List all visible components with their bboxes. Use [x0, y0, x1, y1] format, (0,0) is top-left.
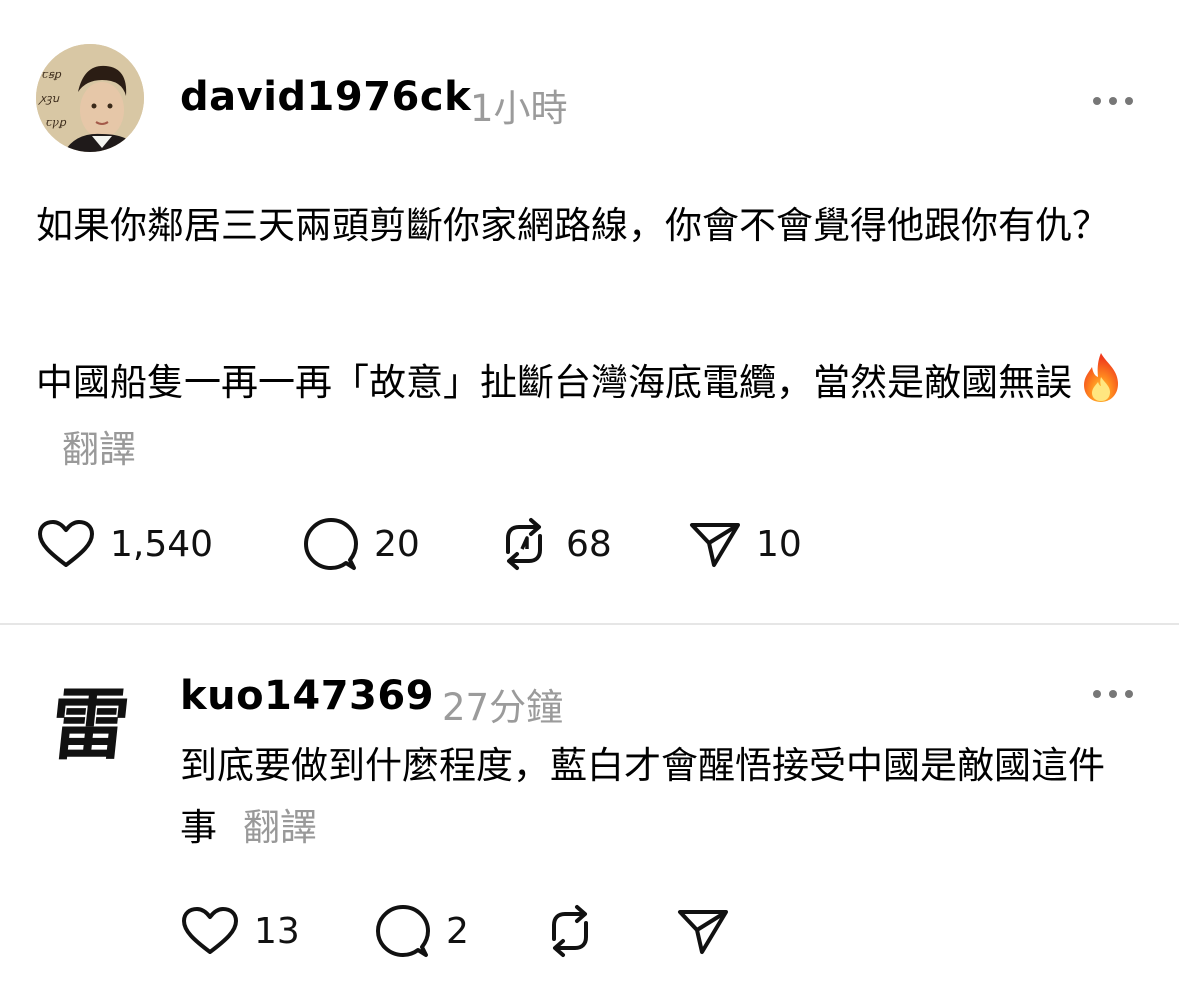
share-icon [690, 523, 740, 567]
repost-count: 68 [566, 523, 612, 565]
heart-icon [182, 907, 238, 954]
reply-like-button[interactable]: 13 [180, 901, 300, 961]
reply-text-body: 到底要做到什麼程度，藍白才會醒悟接受中國是敵國這件事 [180, 744, 1105, 849]
reply-comment-button[interactable]: 2 [374, 901, 469, 961]
repost-button[interactable]: 68 [496, 514, 612, 574]
reply-like-count: 13 [254, 910, 300, 952]
reply-avatar-char: 雷 [46, 680, 134, 771]
post-paragraph-2-text: 中國船隻一再一再「故意」扯斷台灣海底電纜，當然是敵國無誤 [36, 361, 1072, 404]
comment-icon [304, 518, 358, 570]
like-button[interactable]: 1,540 [36, 514, 213, 574]
svg-text:ꞇꝩꝑ: ꞇꝩꝑ [46, 116, 67, 129]
post-time: 1小時 [470, 87, 568, 130]
more-icon[interactable] [1093, 94, 1135, 108]
post-paragraph-1: 如果你鄰居三天兩頭剪斷你家網路線，你會不會覺得他跟你有仇？ [36, 204, 1109, 247]
heart-icon [38, 520, 94, 567]
share-count: 10 [756, 523, 802, 565]
repost-icon [506, 518, 542, 570]
reply-username[interactable]: kuo147369 [180, 673, 434, 719]
share-icon [678, 910, 728, 954]
reply-comment-count: 2 [446, 910, 469, 952]
reply-translate-link[interactable]: 翻譯 [243, 806, 317, 849]
reply-share-button[interactable] [676, 901, 730, 961]
reply-text: 到底要做到什麼程度，藍白才會醒悟接受中國是敵國這件事 翻譯 [180, 735, 1140, 859]
like-count: 1,540 [110, 523, 214, 565]
translate-link[interactable]: 翻譯 [62, 428, 136, 471]
comment-button[interactable]: 20 [302, 514, 420, 574]
reply-more-icon[interactable] [1093, 687, 1135, 701]
reply-repost-button[interactable] [542, 901, 598, 961]
svg-text:ꞇꞩꝑ: ꞇꞩꝑ [42, 68, 62, 81]
share-button[interactable]: 10 [688, 514, 802, 574]
post-paragraph-2: 中國船隻一再一再「故意」扯斷台灣海底電纜，當然是敵國無誤 翻譯 [36, 351, 1136, 479]
avatar[interactable]: ꞇꞩꝑ ꭗꝫꭒ ꞇꝩꝑ [36, 44, 144, 152]
repost-icon [552, 905, 588, 957]
fire-emoji [1078, 351, 1124, 420]
reply-actions: 13 2 [180, 901, 780, 961]
username[interactable]: david1976ck [180, 74, 471, 120]
comment-icon [376, 905, 430, 957]
avatar-portrait: ꞇꞩꝑ ꭗꝫꭒ ꞇꝩꝑ [36, 44, 144, 152]
post-actions: 1,540 20 68 10 [36, 514, 836, 574]
reply-time: 27分鐘 [442, 686, 564, 729]
post: ꞇꞩꝑ ꭗꝫꭒ ꞇꝩꝑ david1976ck 1小時 如果你鄰居三天兩頭剪斷你… [0, 0, 1179, 624]
reply-avatar[interactable]: 雷 [36, 672, 144, 780]
svg-text:ꭗꝫꭒ: ꭗꝫꭒ [37, 92, 59, 105]
comment-count: 20 [374, 523, 420, 565]
reply: 雷 kuo147369 27分鐘 到底要做到什麼程度，藍白才會醒悟接受中國是敵國… [0, 625, 1179, 1003]
